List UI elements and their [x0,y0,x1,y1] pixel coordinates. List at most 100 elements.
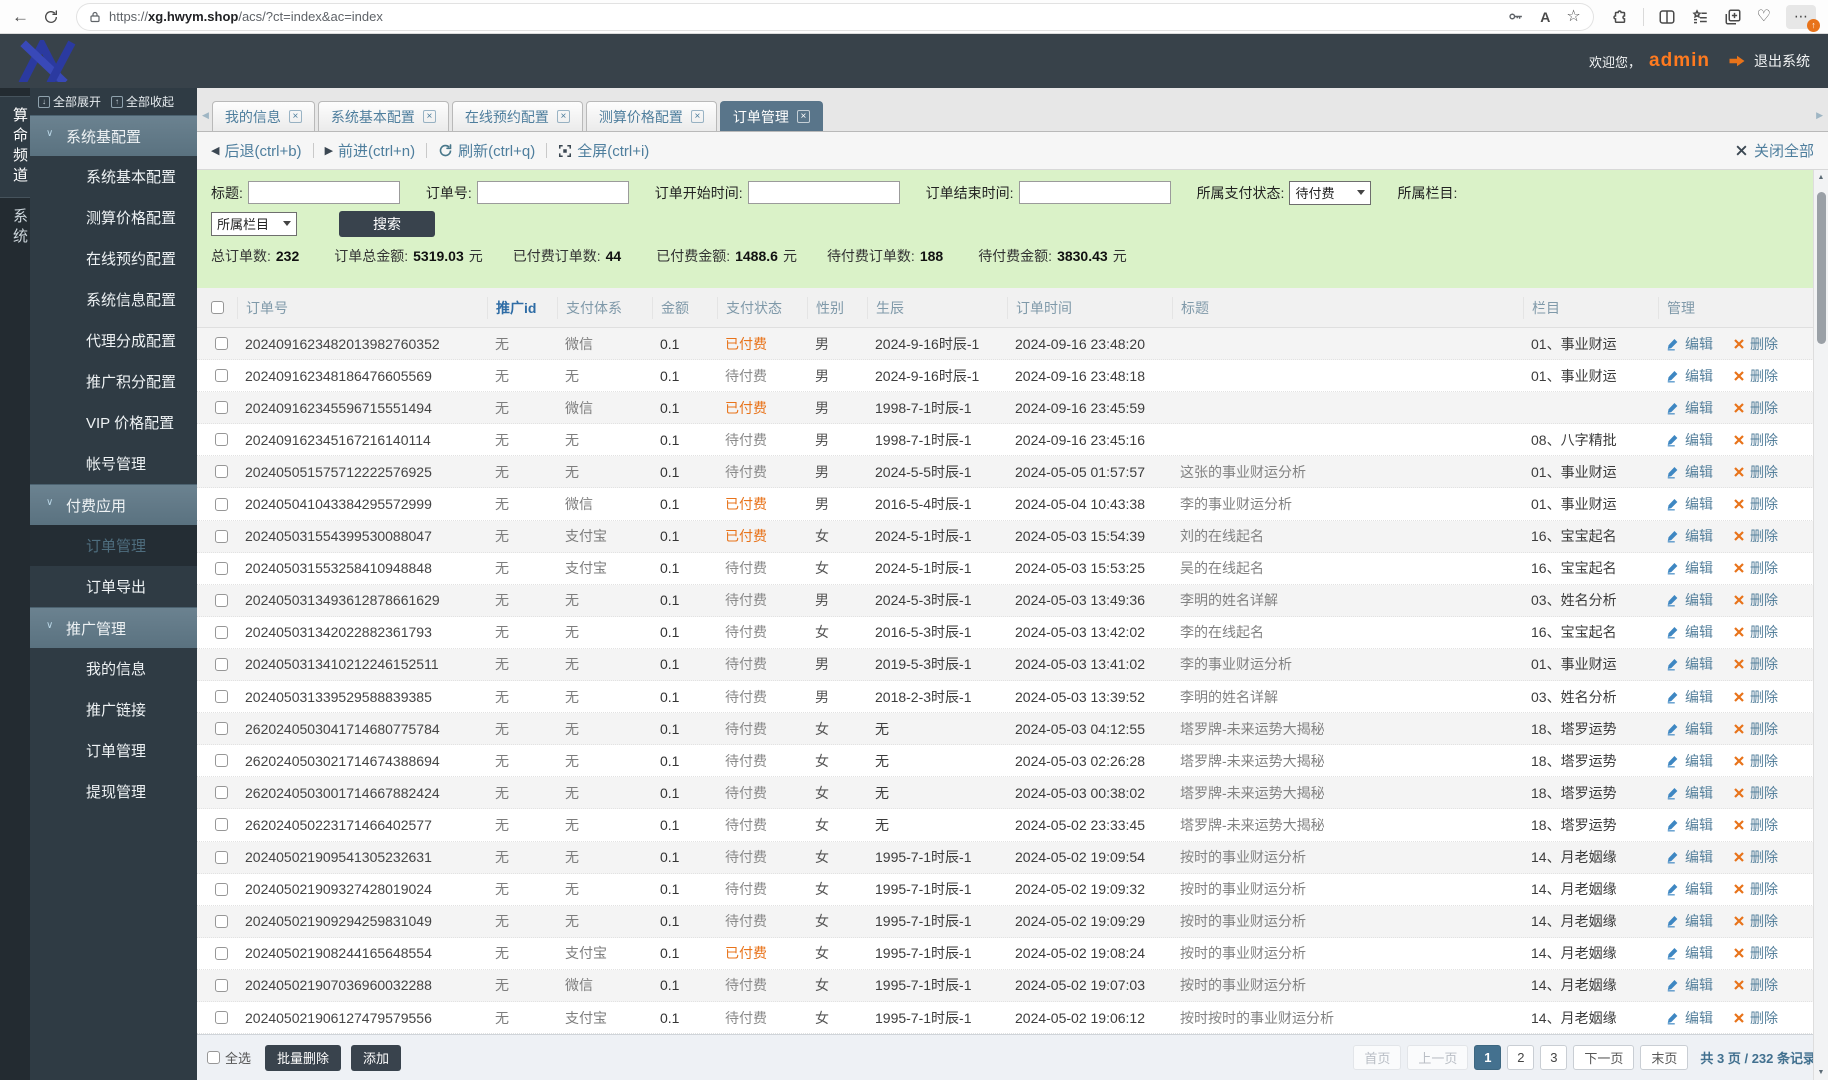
delete-link[interactable]: 删除 [1733,462,1778,482]
sidebar-item[interactable]: ∨ 提现管理 [30,771,197,812]
page-number-button[interactable]: 2 [1507,1045,1535,1070]
tab-close-icon[interactable]: × [796,110,810,123]
url-bar[interactable]: https://xg.hwym.shop/acs/?ct=index&ac=in… [77,3,1593,30]
delete-link[interactable]: 删除 [1733,943,1778,963]
browser-essentials-icon[interactable]: ♡ [1757,8,1771,25]
sidebar-item[interactable]: ∨ 测算价格配置 [30,197,197,238]
favorite-star-icon[interactable]: ☆ [1566,8,1580,25]
row-checkbox[interactable] [214,914,228,928]
delete-link[interactable]: 删除 [1733,1008,1778,1028]
more-menu-button[interactable]: ⋯ ↑ [1786,4,1820,32]
delete-link[interactable]: 删除 [1733,622,1778,642]
row-checkbox[interactable] [214,529,228,543]
delete-link[interactable]: 删除 [1733,783,1778,803]
edit-link[interactable]: 编辑 [1666,558,1713,578]
delete-link[interactable]: 删除 [1733,687,1778,707]
sidebar-item[interactable]: ∨ 推广管理 [30,607,197,648]
select-all-checkbox[interactable] [207,1051,220,1064]
sidebar-item[interactable]: ∨ 系统信息配置 [30,279,197,320]
edit-link[interactable]: 编辑 [1666,590,1713,610]
row-checkbox[interactable] [214,657,228,671]
row-checkbox[interactable] [214,690,228,704]
edit-link[interactable]: 编辑 [1666,366,1713,386]
row-checkbox[interactable] [214,465,228,479]
scrollbar-thumb[interactable] [1817,192,1826,344]
row-checkbox[interactable] [214,818,228,832]
tab[interactable]: 系统基本配置 × [317,101,449,131]
sidebar-item[interactable]: ∨ 推广链接 [30,689,197,730]
tab[interactable]: 测算价格配置 × [585,101,717,131]
sidebar-item[interactable]: ∨ 在线预约配置 [30,238,197,279]
tab-scroll-right-icon[interactable]: ▶ [1816,110,1823,121]
delete-link[interactable]: 删除 [1733,719,1778,739]
sidebar-item[interactable]: ∨ 我的信息 [30,648,197,689]
delete-link[interactable]: 删除 [1733,494,1778,514]
nav-forward-button[interactable]: ▶ 前进(ctrl+n) [325,140,416,161]
tab[interactable]: 在线预约配置 × [451,101,583,131]
sidebar-item[interactable]: ∨ 帐号管理 [30,443,197,484]
row-checkbox[interactable] [214,369,228,383]
font-size-icon[interactable]: A [1540,10,1550,24]
edit-link[interactable]: 编辑 [1666,462,1713,482]
close-all-tabs-button[interactable]: 关闭全部 [1735,140,1814,161]
edit-link[interactable]: 编辑 [1666,719,1713,739]
tab-close-icon[interactable]: × [288,110,302,123]
content-scrollbar[interactable]: ▲ ▼ [1813,170,1828,1080]
delete-link[interactable]: 删除 [1733,654,1778,674]
refresh-button[interactable]: 刷新(ctrl+q) [438,140,535,161]
fullscreen-button[interactable]: 全屏(ctrl+i) [558,140,649,161]
tab-close-icon[interactable]: × [422,110,436,123]
sidebar-item[interactable]: ∨ 付费应用 [30,484,197,525]
row-checkbox[interactable] [214,497,228,511]
edit-link[interactable]: 编辑 [1666,879,1713,899]
row-checkbox[interactable] [214,593,228,607]
favorites-bar-icon[interactable] [1691,8,1709,26]
row-checkbox[interactable] [214,561,228,575]
row-checkbox[interactable] [214,1011,228,1025]
delete-link[interactable]: 删除 [1733,558,1778,578]
split-screen-icon[interactable] [1658,8,1676,26]
collapse-all-button[interactable]: ↑ 全部收起 [111,93,174,110]
end-time-input[interactable] [1018,181,1171,204]
page-number-button[interactable]: 3 [1540,1045,1568,1070]
row-checkbox[interactable] [214,946,228,960]
delete-link[interactable]: 删除 [1733,430,1778,450]
sidebar-item[interactable]: ∨ 推广积分配置 [30,361,197,402]
delete-link[interactable]: 删除 [1733,975,1778,995]
search-button[interactable]: 搜索 [339,210,435,237]
expand-all-button[interactable]: ↓ 全部展开 [38,93,101,110]
row-checkbox[interactable] [214,882,228,896]
collections-icon[interactable] [1724,8,1742,26]
category-select[interactable]: 所属栏目 [211,211,297,236]
password-key-icon[interactable] [1507,8,1524,25]
page-number-button[interactable]: 1 [1474,1045,1502,1070]
bulk-delete-button[interactable]: 批量删除 [265,1044,342,1071]
extensions-puzzle-icon[interactable] [1611,8,1629,26]
row-checkbox[interactable] [214,401,228,415]
delete-link[interactable]: 删除 [1733,590,1778,610]
sidebar-item[interactable]: ∨ 订单管理 [30,525,197,566]
row-checkbox[interactable] [214,850,228,864]
edit-link[interactable]: 编辑 [1666,783,1713,803]
sidebar-item[interactable]: ∨ 订单导出 [30,566,197,607]
edit-link[interactable]: 编辑 [1666,911,1713,931]
edit-link[interactable]: 编辑 [1666,334,1713,354]
browser-refresh-icon[interactable] [43,9,59,25]
last-page-button[interactable]: 末页 [1640,1045,1689,1070]
edit-link[interactable]: 编辑 [1666,654,1713,674]
title-input[interactable] [247,181,400,204]
row-checkbox[interactable] [214,978,228,992]
edit-link[interactable]: 编辑 [1666,943,1713,963]
rail-tab-fortune-channel[interactable]: 算命频道 [0,96,30,198]
edit-link[interactable]: 编辑 [1666,975,1713,995]
start-time-input[interactable] [747,181,900,204]
row-checkbox[interactable] [214,625,228,639]
row-checkbox[interactable] [214,786,228,800]
tab[interactable]: 我的信息 × [211,101,315,131]
delete-link[interactable]: 删除 [1733,366,1778,386]
next-page-button[interactable]: 下一页 [1573,1045,1635,1070]
delete-link[interactable]: 删除 [1733,334,1778,354]
row-checkbox[interactable] [214,754,228,768]
delete-link[interactable]: 删除 [1733,911,1778,931]
edit-link[interactable]: 编辑 [1666,1008,1713,1028]
